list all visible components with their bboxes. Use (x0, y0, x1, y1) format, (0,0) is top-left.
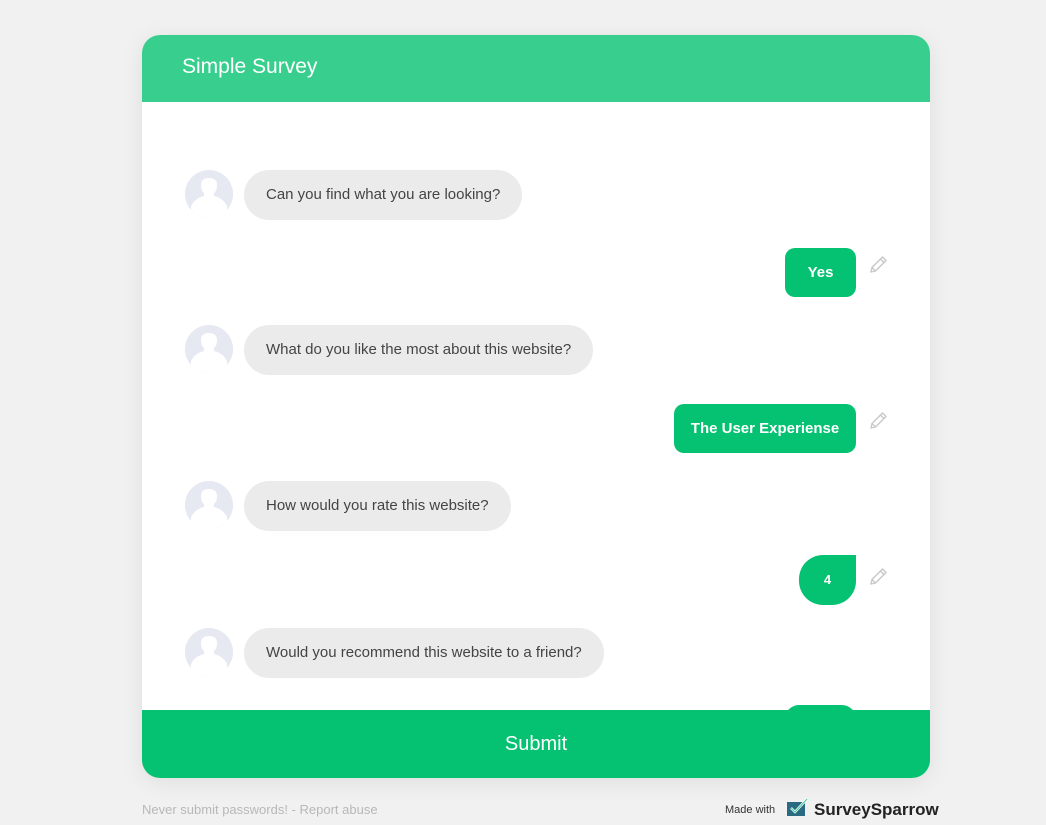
pencil-icon[interactable] (866, 253, 890, 277)
pencil-icon[interactable] (866, 409, 890, 433)
question-bubble: How would you rate this website? (244, 481, 511, 531)
made-with-badge[interactable]: Made with SurveySparrow (725, 798, 939, 825)
person-avatar-icon (185, 170, 233, 218)
answer-bubble: Yes (785, 248, 856, 297)
password-warning: Never submit passwords! (142, 802, 288, 817)
survey-title: Simple Survey (182, 55, 318, 78)
chat-area[interactable]: Can you find what you are looking? Yes W… (142, 102, 930, 710)
person-avatar-icon (185, 628, 233, 676)
footer-notice: Never submit passwords! - Report abuse (142, 802, 378, 817)
surveysparrow-brand: SurveySparrow (814, 800, 939, 819)
question-bubble: Can you find what you are looking? (244, 170, 523, 220)
surveysparrow-logo-icon (785, 798, 809, 825)
answer-bubble: The User Experiense (674, 404, 856, 453)
submit-button[interactable]: Submit (142, 710, 930, 778)
pencil-icon[interactable] (866, 565, 890, 589)
survey-card: Simple Survey Can you find what you are … (142, 35, 930, 778)
person-avatar-icon (185, 325, 233, 373)
made-with-label: Made with (725, 804, 776, 816)
survey-header: Simple Survey (142, 35, 930, 102)
answer-bubble: 4 (799, 555, 856, 605)
question-bubble: Would you recommend this website to a fr… (244, 628, 604, 678)
report-abuse-link[interactable]: Report abuse (300, 802, 378, 817)
footer-separator: - (287, 802, 300, 817)
person-avatar-icon (185, 481, 233, 529)
question-bubble: What do you like the most about this web… (244, 325, 594, 375)
